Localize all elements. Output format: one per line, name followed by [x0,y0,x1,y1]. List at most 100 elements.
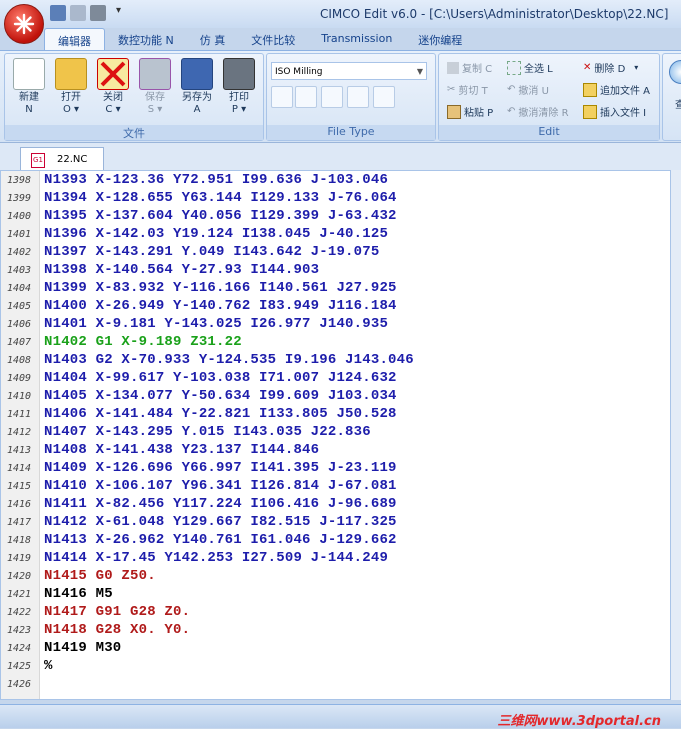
print-label: 打印 [229,92,249,103]
code-line[interactable]: 1421 N1416 M5 [1,585,670,603]
print-icon[interactable] [90,5,106,21]
line-number: 1422 [7,607,32,618]
code-line[interactable]: 1398 N1393 X-123.36 Y72.951 I99.636 J-103… [1,171,670,189]
line-text: % [44,658,53,674]
line-text: N1418 G28 X0. Y0. [44,622,191,638]
save-as-key: A [193,104,201,115]
file-type-settings-icon[interactable] [373,86,395,108]
code-line[interactable]: 1416 N1411 X-82.456 Y117.224 I106.416 J-9… [1,495,670,513]
document-tab[interactable]: G1 22.NC [20,147,104,171]
code-line[interactable]: 1412 N1407 X-143.295 Y.015 I143.035 J22.8… [1,423,670,441]
file-group-label: 文件 [5,125,263,140]
ribbon-tab-3[interactable]: 文件比较 [238,28,308,50]
select-all-button[interactable]: 全选 L [507,60,553,75]
title-bar: ▾ CIMCO Edit v6.0 - [C:\Users\Administra… [0,0,681,28]
file-type-terminal-icon[interactable] [347,86,369,108]
line-text: N1413 X-26.962 Y140.761 I61.046 J-129.66… [44,532,397,548]
line-number: 1417 [7,517,32,528]
line-number: 1415 [7,481,32,492]
code-line[interactable]: 1426 [1,675,670,693]
paste-icon [447,104,461,119]
code-line[interactable]: 1418 N1413 X-26.962 Y140.761 I61.046 J-12… [1,531,670,549]
cut-button[interactable]: ✂ 剪切 T [447,82,488,97]
application-menu-button[interactable] [4,4,44,44]
customize-toolbar-icon[interactable]: ▾ [116,5,121,21]
vertical-scrollbar[interactable] [671,170,681,700]
code-line[interactable]: 1410 N1405 X-134.077 Y-50.634 I99.609 J10… [1,387,670,405]
line-text: N1407 X-143.295 Y.015 I143.035 J22.836 [44,424,371,440]
file-type-table-icon[interactable] [321,86,343,108]
code-line[interactable]: 1399 N1394 X-128.655 Y63.144 I129.133 J-7… [1,189,670,207]
line-text: N1408 X-141.438 Y23.137 I144.846 [44,442,320,458]
code-line[interactable]: 1425% [1,657,670,675]
code-line[interactable]: 1407 N1402 G1 X-9.189 Z31.22 [1,333,670,351]
paste-button[interactable]: 粘贴 P [447,104,493,119]
code-line[interactable]: 1406 N1401 X-9.181 Y-143.025 I26.977 J140… [1,315,670,333]
code-line[interactable]: 1420 N1415 G0 Z50. [1,567,670,585]
code-editor[interactable]: 1398 N1393 X-123.36 Y72.951 I99.636 J-103… [0,170,671,700]
line-text: N1397 X-143.291 Y.049 I143.642 J-19.075 [44,244,380,260]
code-line[interactable]: 1415 N1410 X-106.107 Y96.341 I126.814 J-6… [1,477,670,495]
save-as-button[interactable]: 另存为 A [177,58,217,116]
line-text: N1411 X-82.456 Y117.224 I106.416 J-96.68… [44,496,397,512]
append-file-button[interactable]: 追加文件 A [583,82,650,97]
line-number: 1413 [7,445,32,456]
save-button[interactable]: 保存 S ▾ [135,58,175,116]
ribbon-tab-5[interactable]: 迷你编程 [405,28,475,50]
paste-label: 粘贴 P [464,108,494,119]
code-line[interactable]: 1419 N1414 X-17.45 Y142.253 I27.509 J-144… [1,549,670,567]
undo-icon[interactable] [70,5,86,21]
copy-button[interactable]: 复制 C [447,60,492,75]
code-line[interactable]: 1413 N1408 X-141.438 Y23.137 I144.846 [1,441,670,459]
code-line[interactable]: 1402 N1397 X-143.291 Y.049 I143.642 J-19.… [1,243,670,261]
ribbon-tab-1[interactable]: 数控功能 N [105,28,187,50]
undo-clear-button[interactable]: ↶ 撤消清除 R [507,104,569,119]
line-number: 1411 [7,409,32,420]
close-button[interactable]: 关闭 C ▾ [93,58,133,116]
new-button[interactable]: 新建 N [9,58,49,116]
code-line[interactable]: 1411 N1406 X-141.484 Y-22.821 I133.805 J5… [1,405,670,423]
undo-button[interactable]: ↶ 撤消 U [507,82,549,97]
code-line[interactable]: 1405 N1400 X-26.949 Y-140.762 I83.949 J11… [1,297,670,315]
file-type-list-icon[interactable] [295,86,317,108]
code-line[interactable]: 1423 N1418 G28 X0. Y0. [1,621,670,639]
save-icon[interactable] [50,5,66,21]
file-group: 新建 N 打开 O ▾ 关闭 C ▾ 保存 S ▾ 另存为 A 打印 P ▾ 文… [4,53,264,141]
open-button[interactable]: 打开 O ▾ [51,58,91,116]
line-text: N1393 X-123.36 Y72.951 I99.636 J-103.046 [44,172,389,188]
line-text: N1416 M5 [44,586,113,602]
code-line[interactable]: 1409 N1404 X-99.617 Y-103.038 I71.007 J12… [1,369,670,387]
file-type-color-icon[interactable] [271,86,293,108]
code-line[interactable]: 1401 N1396 X-142.03 Y19.124 I138.045 J-40… [1,225,670,243]
search-icon[interactable] [669,60,681,84]
code-line[interactable]: 1414 N1409 X-126.696 Y66.997 I141.395 J-2… [1,459,670,477]
line-text: N1400 X-26.949 Y-140.762 I83.949 J116.18… [44,298,397,314]
code-line[interactable]: 1408 N1403 G2 X-70.933 Y-124.535 I9.196 J… [1,351,670,369]
line-text: N1410 X-106.107 Y96.341 I126.814 J-67.08… [44,478,397,494]
delete-label: 删除 D [594,64,626,75]
code-line[interactable]: 1403 N1398 X-140.564 Y-27.93 I144.903 [1,261,670,279]
code-line[interactable]: 1404 N1399 X-83.932 Y-116.166 I140.561 J2… [1,279,670,297]
line-number: 1406 [7,319,32,330]
line-number: 1400 [7,211,32,222]
code-line[interactable]: 1422 N1417 G91 G28 Z0. [1,603,670,621]
line-text: N1402 G1 X-9.189 Z31.22 [44,334,242,350]
delete-button[interactable]: ✕ 删除 D ▾ [583,60,638,75]
file-type-select[interactable]: ISO Milling ▼ [271,62,427,80]
insert-file-icon [583,104,597,119]
code-line[interactable]: 1400 N1395 X-137.604 Y40.056 I129.399 J-6… [1,207,670,225]
ribbon-tab-4[interactable]: Transmission [308,28,405,50]
code-line[interactable]: 1424 N1419 M30 [1,639,670,657]
quick-access-toolbar: ▾ [50,5,121,21]
save-as-label: 另存为 [182,92,212,103]
ribbon-tab-2[interactable]: 仿 真 [187,28,239,50]
line-text: N1419 M30 [44,640,122,656]
line-text: N1406 X-141.484 Y-22.821 I133.805 J50.52… [44,406,397,422]
ribbon-tab-0[interactable]: 编辑器 [44,28,105,51]
select-all-icon [507,60,521,75]
print-button[interactable]: 打印 P ▾ [219,58,259,116]
code-line[interactable]: 1417 N1412 X-61.048 Y129.667 I82.515 J-11… [1,513,670,531]
line-number: 1419 [7,553,32,564]
undo-clear-label: 撤消清除 R [518,108,569,119]
insert-file-button[interactable]: 插入文件 I [583,104,646,119]
